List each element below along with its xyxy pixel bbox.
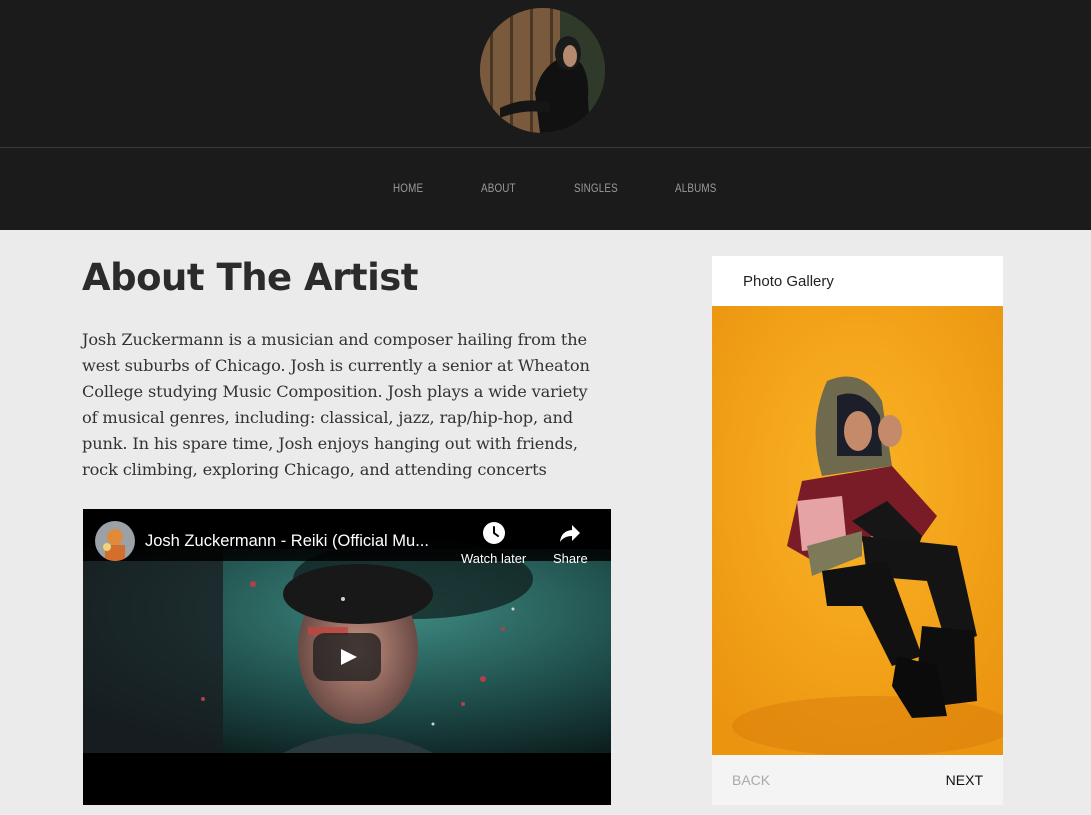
site-header (0, 0, 1091, 147)
nav-item-albums[interactable]: ALBUMS (675, 181, 716, 195)
gallery-next-button[interactable]: NEXT (946, 772, 983, 788)
share-button[interactable]: Share (553, 521, 588, 566)
gallery-title: Photo Gallery (743, 273, 834, 290)
photo-gallery: Photo Gallery BACK NEXT (712, 256, 1003, 805)
share-icon (560, 525, 581, 542)
gallery-photo[interactable] (712, 306, 1003, 755)
nav-item-singles[interactable]: SINGLES (574, 181, 618, 195)
channel-avatar[interactable] (95, 521, 135, 561)
youtube-embed[interactable]: Josh Zuckermann - Reiki (Official Mu... … (83, 509, 611, 805)
video-title[interactable]: Josh Zuckermann - Reiki (Official Mu... (145, 532, 429, 551)
play-icon (341, 649, 357, 665)
gallery-back-button[interactable]: BACK (732, 772, 770, 788)
play-button[interactable] (313, 633, 381, 681)
clock-icon (482, 522, 505, 544)
nav-item-home[interactable]: HOME (393, 181, 423, 195)
artist-avatar[interactable] (480, 8, 605, 133)
watch-later-label: Watch later (461, 551, 527, 566)
artist-bio: Josh Zuckermann is a musician and compos… (82, 330, 590, 479)
watch-later-button[interactable]: Watch later (461, 521, 526, 566)
share-label: Share (553, 551, 588, 566)
nav-item-about[interactable]: ABOUT (481, 181, 516, 195)
page-title: About The Artist (82, 256, 418, 299)
main-nav: HOME ABOUT SINGLES ALBUMS (0, 147, 1091, 230)
gallery-controls: BACK NEXT (712, 755, 1003, 805)
